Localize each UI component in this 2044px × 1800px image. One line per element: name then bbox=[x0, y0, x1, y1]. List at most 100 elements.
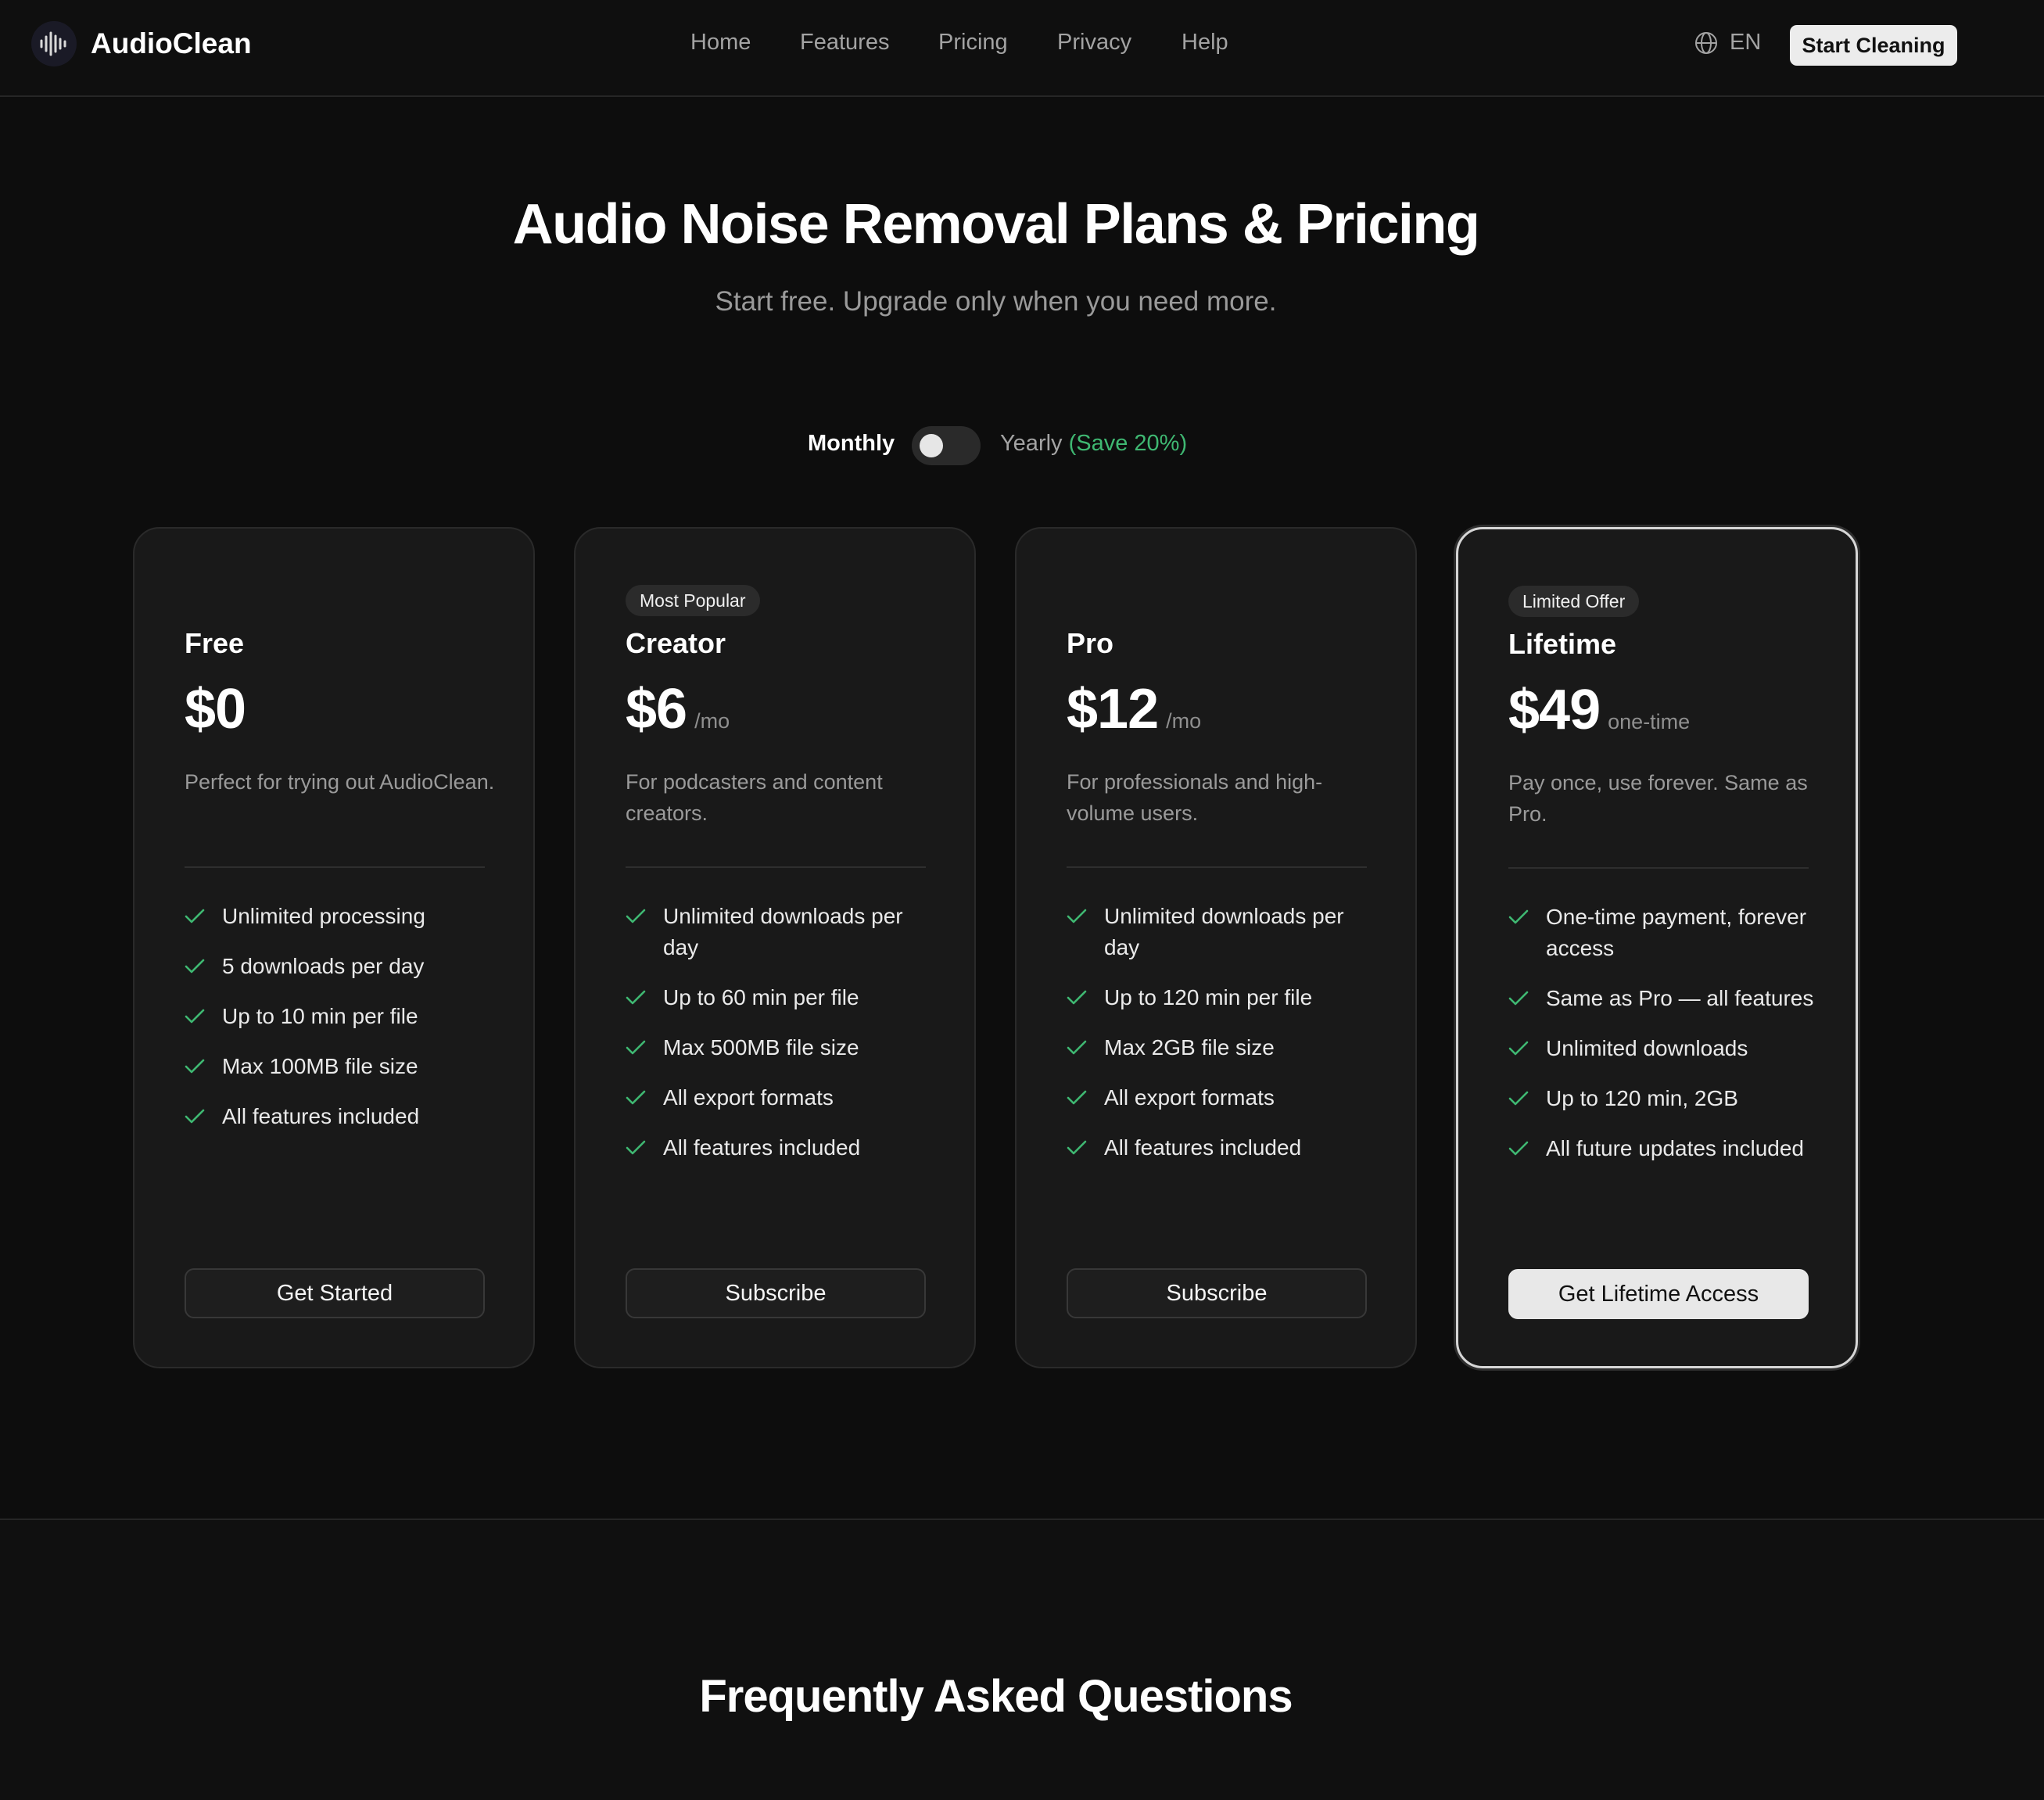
feature-item: All future updates included bbox=[1508, 1133, 1821, 1164]
plan-description: Pay once, use forever. Same as Pro. bbox=[1508, 771, 1808, 826]
monthly-label[interactable]: Monthly bbox=[808, 431, 895, 457]
toggle-knob bbox=[920, 434, 943, 457]
check-icon bbox=[626, 1090, 646, 1105]
check-icon bbox=[626, 909, 646, 923]
feature-text: Unlimited processing bbox=[222, 904, 425, 928]
feature-text: Unlimited downloads bbox=[1546, 1036, 1748, 1060]
most-popular-badge: Most Popular bbox=[626, 585, 760, 616]
check-icon bbox=[1508, 909, 1529, 924]
plan-card-creator: Most Popular Creator $6 /mo For podcaste… bbox=[574, 527, 976, 1368]
nav-help[interactable]: Help bbox=[1182, 30, 1228, 56]
check-icon bbox=[185, 909, 205, 923]
billing-toggle[interactable] bbox=[912, 426, 981, 465]
feature-text: All features included bbox=[1104, 1135, 1302, 1160]
save-percent-badge: (Save 20%) bbox=[1068, 431, 1188, 456]
check-icon bbox=[1508, 1091, 1529, 1106]
check-icon bbox=[1067, 990, 1087, 1005]
feature-item: Same as Pro — all features bbox=[1508, 983, 1821, 1014]
language-code: EN bbox=[1730, 30, 1762, 55]
nav-features[interactable]: Features bbox=[800, 30, 889, 56]
page-subtitle: Start free. Upgrade only when you need m… bbox=[715, 286, 1277, 317]
feature-item: 5 downloads per day bbox=[185, 951, 497, 982]
feature-item: Unlimited processing bbox=[185, 901, 497, 932]
plan-price: $12 bbox=[1067, 678, 1159, 740]
feature-text: 5 downloads per day bbox=[222, 954, 425, 978]
feature-list: One-time payment, forever access Same as… bbox=[1508, 902, 1821, 1183]
plan-description: For professionals and high-volume users. bbox=[1067, 770, 1323, 825]
price-row: $49 one-time bbox=[1508, 678, 1690, 742]
yearly-text: Yearly bbox=[1000, 431, 1063, 456]
get-started-button[interactable]: Get Started bbox=[185, 1268, 485, 1318]
feature-item: Unlimited downloads bbox=[1508, 1033, 1821, 1064]
language-selector[interactable]: EN bbox=[1694, 30, 1761, 56]
feature-item: One-time payment, forever access bbox=[1508, 902, 1821, 964]
feature-item: Up to 60 min per file bbox=[626, 982, 938, 1013]
price-row: $0 bbox=[185, 677, 246, 741]
feature-text: Up to 120 min per file bbox=[1104, 985, 1313, 1009]
top-navbar: AudioClean Home Features Pricing Privacy… bbox=[0, 0, 2044, 97]
plan-price: $49 bbox=[1508, 679, 1601, 741]
feature-text: Unlimited downloads per day bbox=[1104, 904, 1344, 959]
feature-item: Unlimited downloads per day bbox=[1067, 901, 1379, 963]
nav-home[interactable]: Home bbox=[690, 30, 751, 56]
get-lifetime-access-button[interactable]: Get Lifetime Access bbox=[1508, 1269, 1809, 1319]
nav-pricing[interactable]: Pricing bbox=[938, 30, 1008, 56]
check-icon bbox=[1067, 909, 1087, 923]
check-icon bbox=[185, 959, 205, 974]
divider bbox=[1508, 867, 1809, 869]
plan-name: Lifetime bbox=[1508, 628, 1617, 660]
price-row: $12 /mo bbox=[1067, 677, 1201, 741]
subscribe-creator-button[interactable]: Subscribe bbox=[626, 1268, 926, 1318]
feature-text: Unlimited downloads per day bbox=[663, 904, 903, 959]
plan-card-pro: Pro $12 /mo For professionals and high-v… bbox=[1015, 527, 1417, 1368]
feature-item: Max 100MB file size bbox=[185, 1051, 497, 1082]
plan-period: /mo bbox=[694, 709, 730, 733]
feature-text: Max 100MB file size bbox=[222, 1054, 418, 1078]
plan-name: Creator bbox=[626, 627, 726, 659]
feature-text: Max 500MB file size bbox=[663, 1035, 859, 1060]
page-title: Audio Noise Removal Plans & Pricing bbox=[512, 193, 1480, 256]
faq-section bbox=[0, 1520, 2044, 1800]
billing-period-switch: Monthly Yearly (Save 20%) bbox=[0, 422, 1992, 469]
plan-price: $0 bbox=[185, 678, 246, 740]
check-icon bbox=[1508, 1141, 1529, 1156]
check-icon bbox=[626, 1040, 646, 1055]
divider bbox=[1067, 866, 1367, 868]
plan-name: Free bbox=[185, 627, 245, 659]
check-icon bbox=[185, 1009, 205, 1024]
check-icon bbox=[1067, 1040, 1087, 1055]
limited-offer-badge: Limited Offer bbox=[1508, 586, 1640, 617]
subscribe-pro-button[interactable]: Subscribe bbox=[1067, 1268, 1367, 1318]
globe-icon bbox=[1695, 31, 1717, 54]
plan-description: For podcasters and content creators. bbox=[626, 770, 883, 825]
plan-price: $6 bbox=[626, 678, 687, 740]
feature-text: All export formats bbox=[1104, 1085, 1275, 1110]
divider bbox=[626, 866, 926, 868]
plan-period: /mo bbox=[1166, 709, 1202, 733]
plan-period: one-time bbox=[1608, 710, 1691, 733]
check-icon bbox=[1508, 991, 1529, 1006]
check-icon bbox=[1067, 1140, 1087, 1155]
feature-item: All features included bbox=[1067, 1132, 1379, 1164]
divider bbox=[185, 866, 485, 868]
start-cleaning-button[interactable]: Start Cleaning bbox=[1790, 25, 1957, 66]
feature-text: All features included bbox=[222, 1104, 420, 1128]
faq-title: Frequently Asked Questions bbox=[699, 1671, 1293, 1722]
nav-privacy[interactable]: Privacy bbox=[1057, 30, 1131, 56]
feature-text: All export formats bbox=[663, 1085, 834, 1110]
feature-item: All features included bbox=[185, 1101, 497, 1132]
feature-text: One-time payment, forever access bbox=[1546, 905, 1807, 960]
feature-item: Up to 120 min, 2GB bbox=[1508, 1083, 1821, 1114]
yearly-label[interactable]: Yearly (Save 20%) bbox=[1000, 431, 1187, 457]
feature-item: Max 500MB file size bbox=[626, 1032, 938, 1063]
feature-list: Unlimited downloads per day Up to 60 min… bbox=[626, 901, 938, 1182]
check-icon bbox=[626, 1140, 646, 1155]
feature-item: All features included bbox=[626, 1132, 938, 1164]
feature-text: Same as Pro — all features bbox=[1546, 986, 1814, 1010]
plan-card-lifetime: Limited Offer Lifetime $49 one-time Pay … bbox=[1456, 527, 1858, 1368]
feature-item: Up to 10 min per file bbox=[185, 1001, 497, 1032]
feature-text: Up to 120 min, 2GB bbox=[1546, 1086, 1738, 1110]
feature-item: Max 2GB file size bbox=[1067, 1032, 1379, 1063]
feature-text: All future updates included bbox=[1546, 1136, 1804, 1160]
plan-name: Pro bbox=[1067, 627, 1114, 659]
